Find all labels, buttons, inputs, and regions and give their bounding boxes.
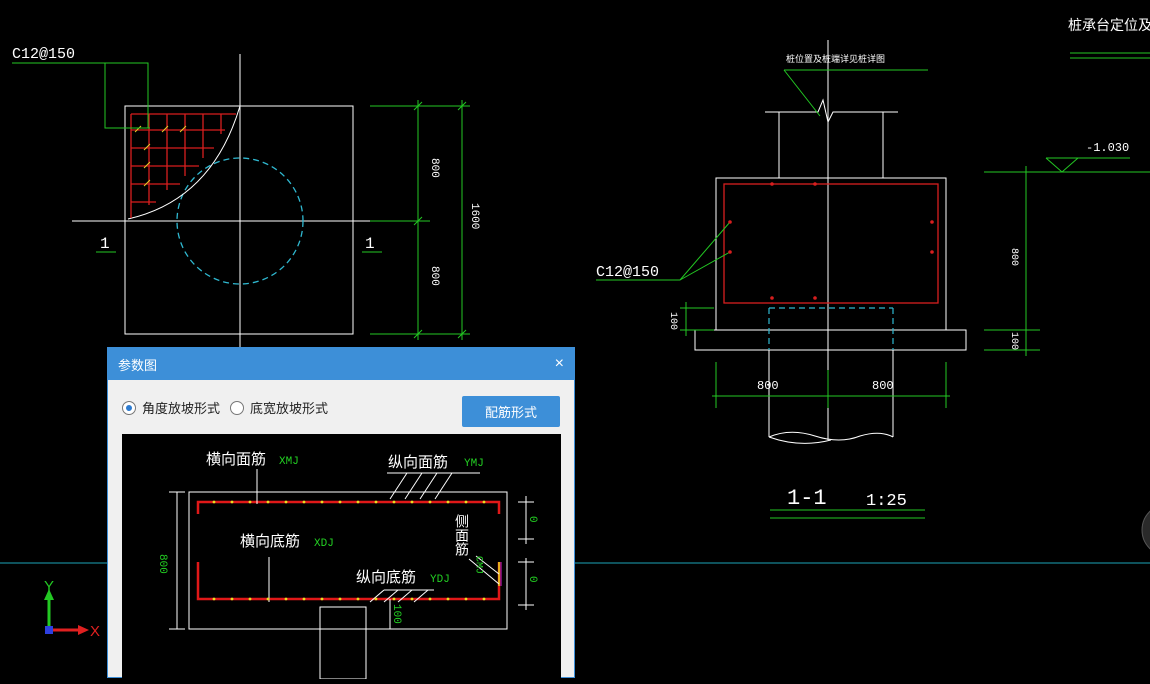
dim-upper[interactable]: 0 — [526, 516, 538, 523]
plan-view — [12, 54, 470, 360]
right-dim-height: 800 — [1008, 248, 1019, 266]
label-bottom-horizontal: 横向底筋 — [240, 533, 300, 550]
elevation-label: -1.030 — [1086, 141, 1129, 155]
label-bottom-vertical: 纵向底筋 — [356, 569, 416, 586]
right-dim-bottom: 100 — [1008, 332, 1019, 350]
plan-section-mark-right: 1 — [365, 235, 375, 253]
navigation-wheel-edge[interactable] — [1141, 504, 1150, 556]
section-note-top: 桩位置及桩端详见桩详图 — [786, 53, 885, 64]
code-top-vertical[interactable]: YMJ — [464, 458, 484, 470]
plan-dim-total: 1600 — [468, 203, 480, 229]
dim-lower[interactable]: 0 — [526, 576, 538, 583]
plan-section-mark-left: 1 — [100, 235, 110, 253]
close-icon[interactable]: × — [555, 356, 564, 372]
radio-width-slope[interactable]: 底宽放坡形式 — [230, 398, 328, 417]
parameter-preview: 横向面筋 XMJ 纵向面筋 YMJ 横向底筋 XDJ 纵向底筋 YDJ 侧面筋 … — [122, 434, 561, 680]
radio-selected-icon[interactable] — [122, 400, 136, 415]
code-bottom-horizontal[interactable]: XDJ — [314, 538, 334, 550]
ucs-x-label: X — [90, 623, 100, 640]
section-title: 1-1 — [787, 486, 827, 511]
rebar-form-button[interactable]: 配筋形式 — [462, 396, 560, 427]
ucs-icon — [44, 589, 89, 635]
section-scale: 1:25 — [866, 492, 907, 511]
label-side: 侧面筋 — [454, 514, 470, 557]
label-top-horizontal: 横向面筋 — [206, 451, 266, 468]
plan-dim-half-bottom: 800 — [428, 266, 440, 286]
radio-angle-slope[interactable]: 角度放坡形式 — [122, 398, 220, 417]
code-side[interactable]: CMJ — [473, 556, 484, 574]
code-top-horizontal[interactable]: XMJ — [279, 456, 299, 468]
section-rebar-label: C12@150 — [596, 264, 659, 281]
plan-rebar-label: C12@150 — [12, 46, 75, 63]
plan-dim-half-top: 800 — [428, 158, 440, 178]
section-dim-width-left: 800 — [757, 379, 779, 393]
ucs-y-label: Y — [44, 578, 54, 595]
dim-height[interactable]: 800 — [156, 554, 168, 574]
parameter-dialog: 参数图 × 角度放坡形式 底宽放坡形式 配筋形式 横向面筋 XMJ 纵向面筋 Y… — [107, 347, 575, 680]
dialog-title: 参数图 — [118, 357, 158, 373]
label-top-vertical: 纵向面筋 — [388, 454, 448, 471]
radio-angle-label: 角度放坡形式 — [142, 401, 221, 416]
section-dim-width-right: 800 — [872, 379, 894, 393]
dialog-title-bar[interactable]: 参数图 × — [108, 348, 574, 380]
radio-width-label: 底宽放坡形式 — [250, 401, 329, 416]
slope-options: 角度放坡形式 底宽放坡形式 — [122, 398, 338, 417]
corner-title: 桩承台定位及配 — [1068, 17, 1150, 33]
section-dim-bottom: 100 — [667, 312, 678, 330]
dim-cover[interactable]: 100 — [390, 604, 402, 624]
radio-unselected-icon[interactable] — [230, 400, 245, 415]
elevation-view — [984, 52, 1150, 356]
code-bottom-vertical[interactable]: YDJ — [430, 574, 450, 586]
